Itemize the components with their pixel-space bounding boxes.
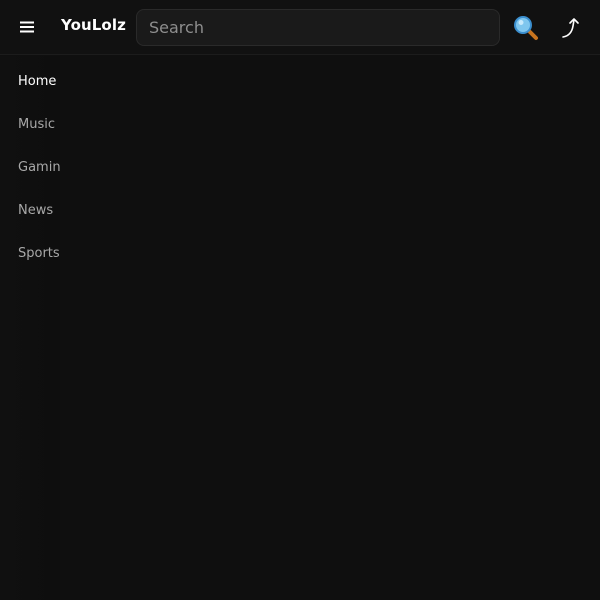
main-content-area (60, 56, 600, 600)
search-input[interactable] (136, 9, 500, 46)
menu-button[interactable] (14, 14, 40, 40)
sidebar-item-sports[interactable]: Sports (18, 246, 60, 261)
sidebar-item-home[interactable]: Home (18, 74, 56, 89)
sidebar-item-news[interactable]: News (18, 203, 53, 218)
share-arrow-icon (560, 18, 584, 44)
brand-logo-text[interactable]: YouLolz (61, 16, 126, 34)
share-button[interactable] (560, 16, 584, 40)
top-bar: YouLolz (0, 0, 600, 55)
hamburger-menu-icon (20, 21, 34, 33)
app-window: YouLolz Home Music Gaming News (0, 0, 600, 600)
sidebar: Home Music Gaming News Sports (0, 56, 69, 600)
sidebar-item-music[interactable]: Music (18, 117, 55, 132)
magnifying-glass-icon (512, 16, 540, 46)
search-button[interactable] (512, 14, 540, 42)
